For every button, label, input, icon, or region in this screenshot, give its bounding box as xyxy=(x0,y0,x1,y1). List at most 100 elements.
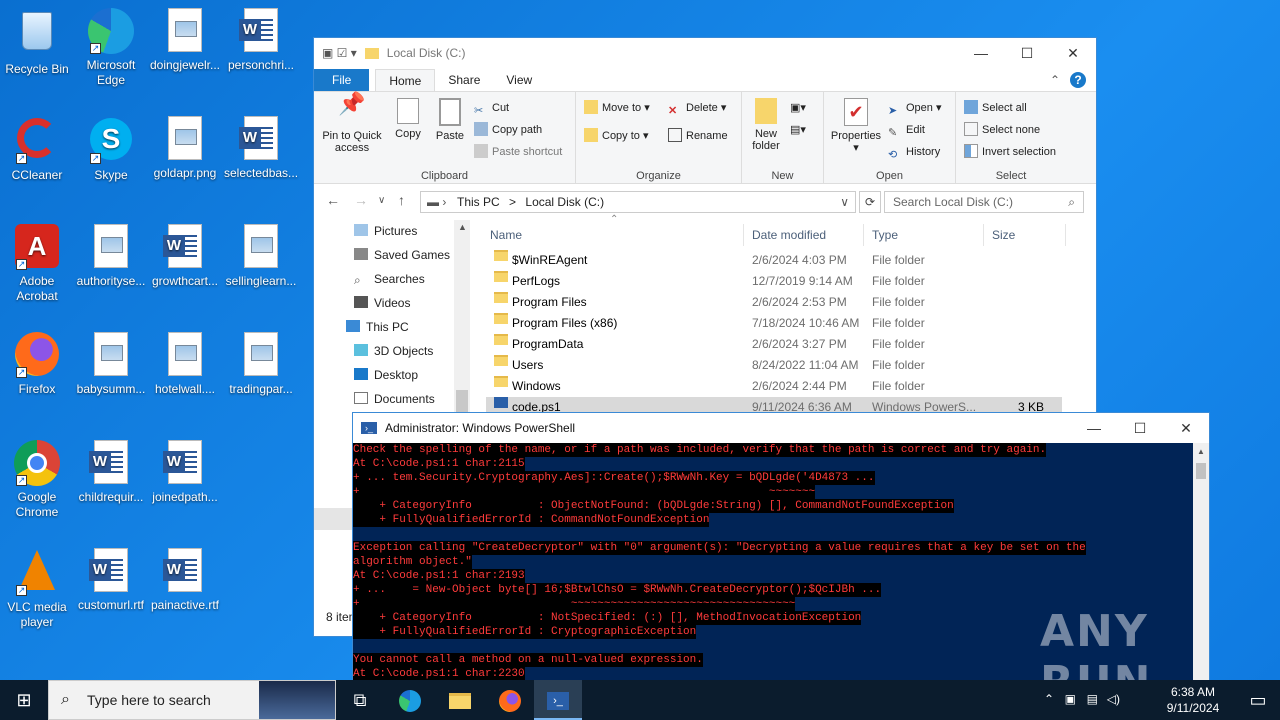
desktop-icon-joinedpath[interactable]: joinedpath... xyxy=(148,440,222,505)
clock[interactable]: 6:38 AM 9/11/2024 xyxy=(1158,684,1228,716)
rename-button[interactable]: Rename xyxy=(668,126,728,146)
tab-share[interactable]: Share xyxy=(435,69,493,91)
desktop-icon-customurl[interactable]: customurl.rtf xyxy=(74,548,148,613)
edit-button[interactable]: ✎ Edit xyxy=(888,120,925,140)
minimize-button[interactable]: — xyxy=(958,38,1004,68)
nav-item-searches[interactable]: ⌕ Searches xyxy=(354,268,425,290)
nav-item-desktop[interactable]: Desktop xyxy=(354,364,418,386)
desktop-icon-goldapr[interactable]: goldapr.png xyxy=(148,116,222,181)
column-size[interactable]: Size xyxy=(986,224,1066,246)
select-none-button[interactable]: Select none xyxy=(964,120,1040,140)
scrollbar-thumb[interactable] xyxy=(1196,463,1206,479)
file-row[interactable]: Program Files 2/6/2024 2:53 PM File folder xyxy=(486,292,1062,313)
nav-item-videos[interactable]: Videos xyxy=(354,292,410,314)
desktop-icon-babysumm[interactable]: babysumm... xyxy=(74,332,148,397)
close-button[interactable]: ✕ xyxy=(1050,38,1096,68)
file-explorer-taskbar-icon[interactable] xyxy=(436,680,484,720)
desktop-icon-skype[interactable]: S ↗ Skype xyxy=(74,116,148,183)
help-icon[interactable]: ⌃? xyxy=(1050,69,1086,91)
column-name[interactable]: Name xyxy=(484,224,744,246)
paste-shortcut-button[interactable]: Paste shortcut xyxy=(474,142,562,162)
file-row[interactable]: Windows 2/6/2024 2:44 PM File folder xyxy=(486,376,1062,397)
nav-item-pictures[interactable]: Pictures xyxy=(354,220,417,242)
desktop-icon-doingjewelr[interactable]: doingjewelr... xyxy=(148,8,222,73)
new-item-icon[interactable]: ▣▾ xyxy=(790,98,806,118)
task-view-icon[interactable]: ⧉ xyxy=(336,680,384,720)
desktop-icon-sellinglearn[interactable]: sellinglearn... xyxy=(224,224,298,289)
windows-start-icon[interactable]: ⊞ xyxy=(0,680,48,720)
chevron-up-icon[interactable]: ⌃ xyxy=(1044,692,1054,706)
taskbar-search-input[interactable]: ⌕ Type here to search xyxy=(48,680,336,720)
nav-item-saved-games[interactable]: Saved Games xyxy=(354,244,450,266)
desktop-icon-adobe-acrobat[interactable]: A ↗ Adobe Acrobat xyxy=(0,224,74,304)
volume-icon[interactable]: ◁) xyxy=(1107,692,1120,706)
copy-to-button[interactable]: Copy to ▾ xyxy=(584,126,649,146)
forward-arrow-icon[interactable]: → xyxy=(354,192,368,208)
open-button[interactable]: ➤ Open ▾ xyxy=(888,98,942,118)
firefox-taskbar-icon[interactable] xyxy=(486,680,534,720)
file-row[interactable]: Program Files (x86) 7/18/2024 10:46 AM Fil… xyxy=(486,313,1062,334)
desktop-icon-recycle-bin[interactable]: Recycle Bin xyxy=(0,8,74,77)
desktop-icon-selectedbas[interactable]: selectedbas... xyxy=(224,116,298,181)
history-button[interactable]: ⟲ History xyxy=(888,142,940,162)
copy-button[interactable]: Copy xyxy=(388,98,428,140)
column-date-modified[interactable]: Date modified xyxy=(746,224,864,246)
breadcrumb-local-disk[interactable]: Local Disk (C:) xyxy=(525,195,604,209)
file-row[interactable]: Users 8/24/2022 11:04 AM File folder xyxy=(486,355,1062,376)
desktop-icon-microsoft-edge[interactable]: ↗ Microsoft Edge xyxy=(74,8,148,88)
tab-home[interactable]: Home xyxy=(375,69,436,91)
invert-selection-button[interactable]: Invert selection xyxy=(964,142,1056,162)
desktop-icon-ccleaner[interactable]: ↗ CCleaner xyxy=(0,116,74,183)
powershell-taskbar-icon[interactable]: ›_ xyxy=(534,680,582,720)
notification-icon[interactable]: ▭ xyxy=(1236,680,1280,720)
pin-quick-access-button[interactable]: 📌 Pin to Quick access xyxy=(318,93,386,155)
desktop-icon-childrequir[interactable]: childrequir... xyxy=(74,440,148,505)
new-folder-button[interactable]: New folder xyxy=(746,98,786,152)
desktop-icon-personchri[interactable]: personchri... xyxy=(224,8,298,73)
search-input[interactable]: Search Local Disk (C:) ⌕ xyxy=(884,191,1084,213)
network-icon[interactable]: ▤ xyxy=(1087,692,1098,706)
desktop-icon-hotelwall[interactable]: hotelwall.... xyxy=(148,332,222,397)
delete-button[interactable]: ✕ Delete ▾ xyxy=(668,98,726,118)
properties-button[interactable]: ✔ Properties ▾ xyxy=(828,98,884,154)
desktop-icon-google-chrome[interactable]: ↗ Google Chrome xyxy=(0,440,74,520)
vlc-cone-icon: ↗ xyxy=(14,550,60,596)
refresh-icon[interactable]: ⟳ xyxy=(859,191,881,213)
tab-file[interactable]: File xyxy=(314,69,370,91)
move-to-button[interactable]: Move to ▾ xyxy=(584,98,650,118)
nav-item-documents[interactable]: Documents xyxy=(354,388,435,410)
desktop-icon-growthcart[interactable]: growthcart... xyxy=(148,224,222,289)
up-arrow-icon[interactable]: ↑ xyxy=(398,192,405,208)
file-row[interactable]: PerfLogs 12/7/2019 9:14 AM File folder xyxy=(486,271,1062,292)
scroll-up-icon[interactable]: ▲ xyxy=(458,222,467,232)
desktop-icon-authorityse[interactable]: authorityse... xyxy=(74,224,148,289)
file-row[interactable]: ProgramData 2/6/2024 3:27 PM File folder xyxy=(486,334,1062,355)
desktop-icon-tradingpar[interactable]: tradingpar... xyxy=(224,332,298,397)
nav-item-this-pc[interactable]: This PC xyxy=(346,316,409,338)
copy-path-button[interactable]: Copy path xyxy=(474,120,542,140)
file-row[interactable]: $WinREAgent 2/6/2024 4:03 PM File folder xyxy=(486,250,1062,271)
desktop-icon-firefox[interactable]: ↗ Firefox xyxy=(0,332,74,397)
maximize-button[interactable]: ☐ xyxy=(1117,413,1163,443)
back-arrow-icon[interactable]: ← xyxy=(326,192,340,208)
paste-button[interactable]: Paste xyxy=(430,98,470,142)
select-all-button[interactable]: Select all xyxy=(964,98,1027,118)
address-bar[interactable]: ▬ › This PC > Local Disk (C:) ∨ xyxy=(420,191,856,213)
breadcrumb-this-pc[interactable]: This PC xyxy=(457,195,500,209)
minimize-button[interactable]: — xyxy=(1071,413,1117,443)
quick-access-toolbar-icon[interactable]: ▣ ☑ ▾ xyxy=(322,46,357,60)
chevron-down-icon[interactable]: ∨ xyxy=(840,192,849,212)
maximize-button[interactable]: ☐ xyxy=(1004,38,1050,68)
desktop-icon-painactive[interactable]: painactive.rtf xyxy=(148,548,222,613)
tab-view[interactable]: View xyxy=(493,69,545,91)
edge-taskbar-icon[interactable] xyxy=(386,680,434,720)
easy-access-icon[interactable]: ▤▾ xyxy=(790,120,806,140)
desktop-icon-vlc[interactable]: ↗ VLC media player xyxy=(0,548,74,630)
scroll-up-icon[interactable]: ▲ xyxy=(1197,447,1205,456)
nav-item-3d-objects[interactable]: 3D Objects xyxy=(354,340,433,362)
cut-button[interactable]: ✂ Cut xyxy=(474,98,509,118)
device-icon[interactable]: ▣ xyxy=(1065,692,1076,706)
close-button[interactable]: ✕ xyxy=(1163,413,1209,443)
recent-locations-icon[interactable]: ∨ xyxy=(378,195,385,206)
column-type[interactable]: Type xyxy=(866,224,984,246)
